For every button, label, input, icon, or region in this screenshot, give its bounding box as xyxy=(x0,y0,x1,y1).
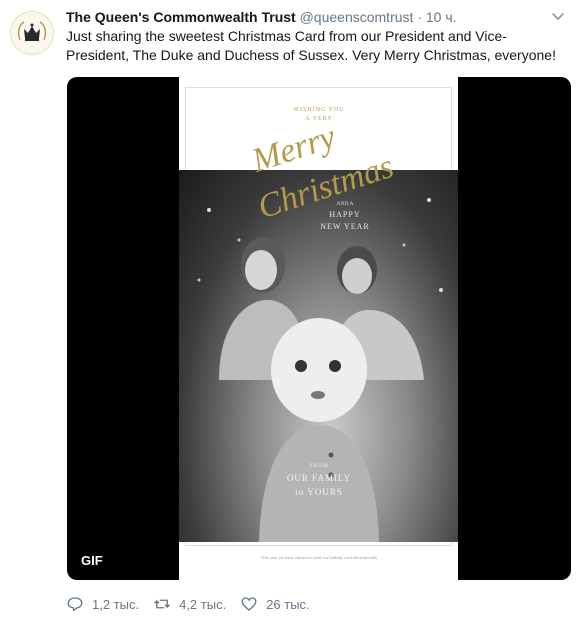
retweet-icon xyxy=(154,599,171,609)
card-new-year: NEW YEAR xyxy=(320,222,370,231)
retweet-count: 4,2 тыс. xyxy=(179,596,227,612)
card-footer: This year we have chosen to send our hol… xyxy=(261,555,378,560)
card-lettering: WISHING YOU A VERY Merry Christmas AND A… xyxy=(247,107,398,560)
gif-badge: GIF xyxy=(75,550,109,572)
like-count: 26 тыс. xyxy=(266,596,310,612)
avatar[interactable] xyxy=(10,11,54,55)
like-icon xyxy=(241,597,257,611)
card-top-line1: WISHING YOU xyxy=(293,107,344,113)
media-gif[interactable]: WISHING YOU A VERY Merry Christmas AND A… xyxy=(67,77,571,580)
tweet-text: Just sharing the sweetest Christmas Card… xyxy=(66,28,556,63)
like-button[interactable]: 26 тыс. xyxy=(240,595,310,613)
crown-icon xyxy=(17,21,47,41)
retweet-button[interactable]: 4,2 тыс. xyxy=(153,595,226,613)
card-happy: HAPPY xyxy=(329,210,360,219)
christmas-card: WISHING YOU A VERY Merry Christmas AND A… xyxy=(179,77,458,580)
author-name[interactable]: The Queen's Commonwealth Trust xyxy=(66,9,296,25)
reply-icon xyxy=(67,597,83,612)
card-and: AND A xyxy=(337,201,354,207)
reply-button[interactable]: 1,2 тыс. xyxy=(66,595,139,613)
tweet-time[interactable]: 10 ч. xyxy=(426,9,457,25)
card-from: FROM xyxy=(309,463,329,469)
tweet-header: The Queen's Commonwealth Trust @queensco… xyxy=(66,7,567,27)
card-to-yours: to YOURS xyxy=(295,487,342,497)
tweet-actions: 1,2 тыс. 4,2 тыс. 26 тыс. xyxy=(66,594,324,614)
reply-count: 1,2 тыс. xyxy=(92,596,140,612)
author-handle[interactable]: @queenscomtrust xyxy=(300,9,414,25)
chevron-down-icon[interactable] xyxy=(551,9,565,23)
card-our-family: OUR FAMILY xyxy=(287,473,351,483)
separator: · xyxy=(417,9,422,25)
